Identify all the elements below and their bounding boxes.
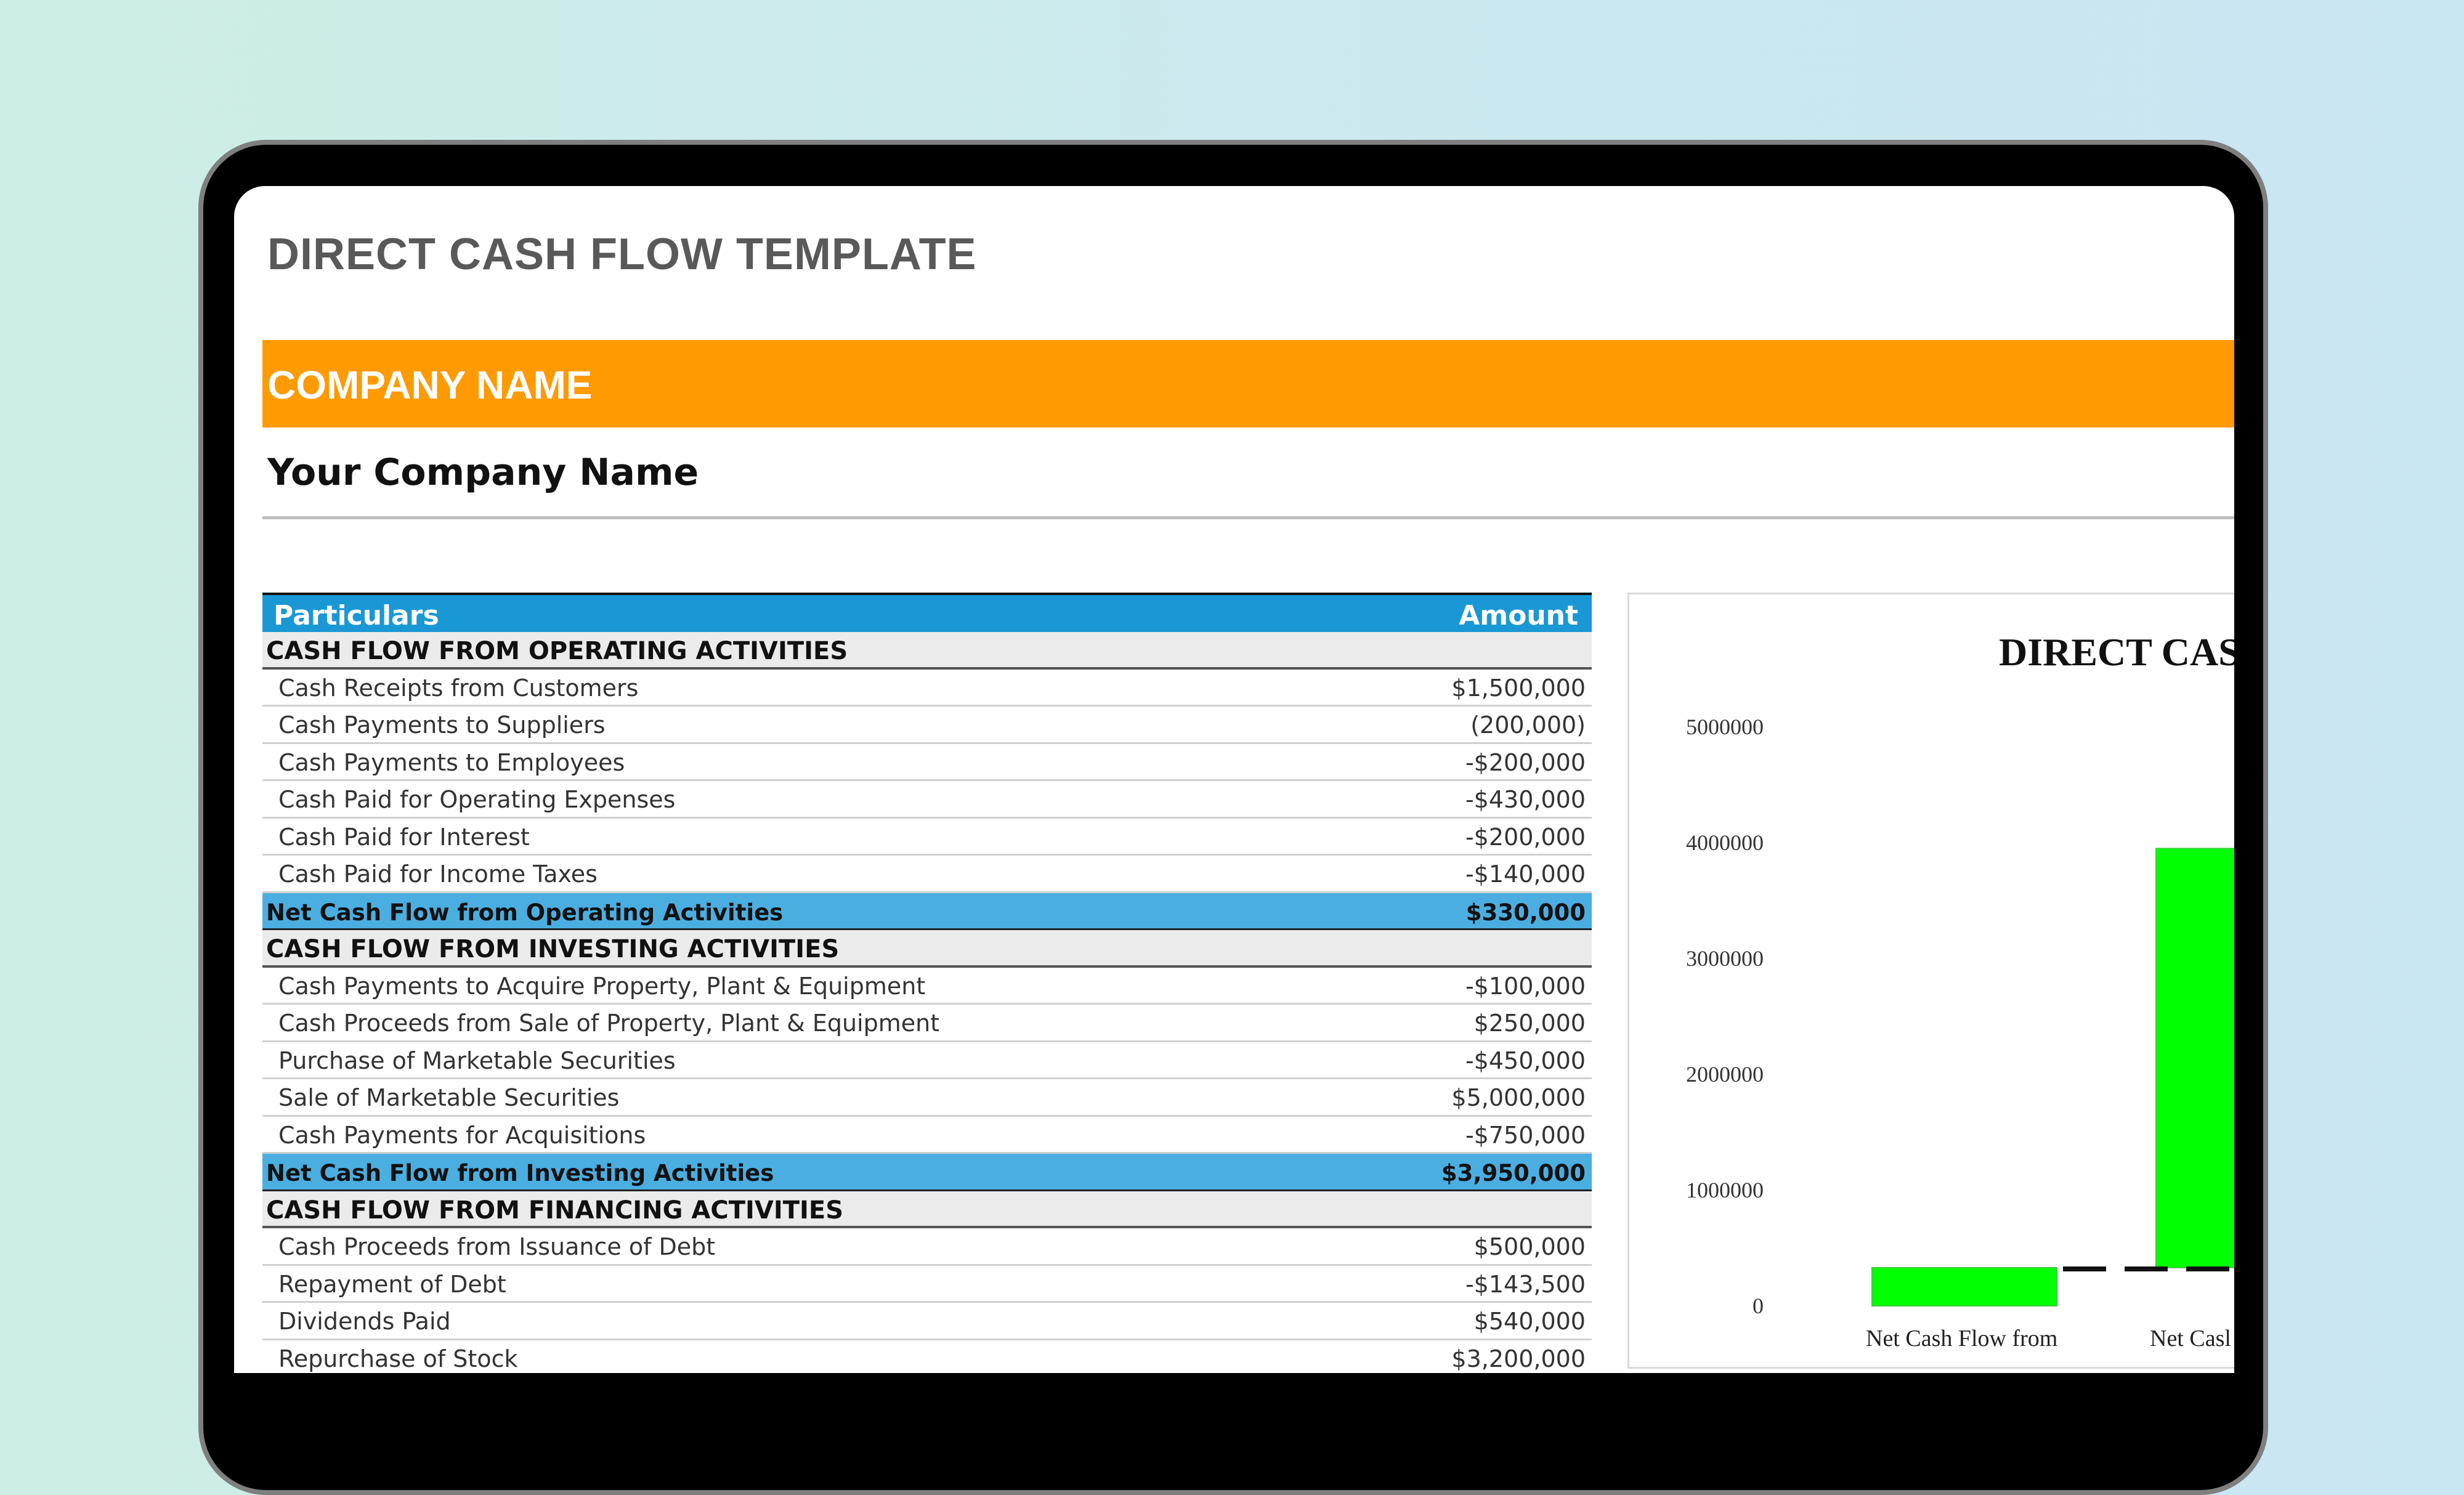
row-label: Sale of Marketable Securities — [278, 1084, 620, 1111]
particulars-header: Particulars — [274, 600, 439, 631]
row-label: Purchase of Marketable Securities — [278, 1047, 676, 1074]
company-header-label: COMPANY NAME — [267, 363, 593, 407]
company-header-bar: COMPANY NAME — [262, 340, 2234, 427]
row-amount: $1,500,000 — [1451, 674, 1586, 702]
table-row[interactable]: Cash Paid for Income Taxes -$140,000 — [262, 856, 1592, 893]
y-tick-label: 3000000 — [1686, 946, 1764, 971]
row-amount: -$750,000 — [1465, 1121, 1586, 1149]
row-label: Cash Paid for Interest — [278, 823, 530, 851]
y-tick-label: 1000000 — [1686, 1178, 1764, 1202]
row-label: Cash Payments to Acquire Property, Plant… — [278, 972, 926, 1000]
row-amount: -$200,000 — [1465, 748, 1586, 776]
row-amount: $3,950,000 — [1441, 1160, 1586, 1186]
table-row[interactable]: Cash Proceeds from Sale of Property, Pla… — [262, 1005, 1592, 1042]
table-header: Particulars Amount — [262, 593, 1592, 632]
row-label: Cash Receipts from Customers — [278, 674, 639, 702]
row-label: Cash Payments to Suppliers — [278, 711, 606, 739]
table-row[interactable]: Dividends Paid $540,000 — [262, 1303, 1592, 1340]
row-label: Repayment of Debt — [278, 1270, 506, 1298]
row-amount: -$100,000 — [1465, 972, 1586, 1000]
row-label: CASH FLOW FROM OPERATING ACTIVITIES — [266, 637, 848, 665]
row-label: Repurchase of Stock — [278, 1345, 518, 1372]
chart-bar — [1871, 1266, 2057, 1307]
row-amount: $500,000 — [1473, 1233, 1586, 1260]
y-tick-label: 0 — [1753, 1294, 1764, 1318]
x-category-label: Net Casl — [2150, 1326, 2231, 1351]
row-label: CASH FLOW FROM FINANCING ACTIVITIES — [266, 1196, 844, 1225]
row-amount: -$140,000 — [1465, 861, 1586, 888]
table-row[interactable]: Cash Receipts from Customers $1,500,000 — [262, 670, 1592, 707]
cash-flow-table: Particulars Amount CASH FLOW FROM OPERAT… — [262, 593, 1592, 1373]
section-header-row[interactable]: CASH FLOW FROM FINANCING ACTIVITIES — [262, 1191, 1592, 1228]
row-amount: $3,200,000 — [1451, 1345, 1586, 1372]
row-label: Cash Paid for Operating Expenses — [278, 786, 676, 813]
table-row[interactable]: Purchase of Marketable Securities -$450,0… — [262, 1042, 1592, 1079]
row-label: Cash Payments to Employees — [278, 748, 625, 776]
row-amount: -$143,500 — [1465, 1270, 1586, 1298]
table-row[interactable]: Cash Payments to Acquire Property, Plant… — [262, 968, 1592, 1005]
divider — [262, 516, 2234, 519]
row-label: Cash Proceeds from Sale of Property, Pla… — [278, 1010, 940, 1037]
total-row[interactable]: Net Cash Flow from Investing Activities $… — [262, 1154, 1592, 1191]
table-row[interactable]: Cash Payments to Employees -$200,000 — [262, 744, 1592, 781]
row-label: CASH FLOW FROM INVESTING ACTIVITIES — [266, 935, 840, 963]
table-row[interactable]: Cash Payments to Suppliers (200,000) — [262, 707, 1592, 744]
row-amount: $250,000 — [1473, 1010, 1586, 1037]
table-row[interactable]: Repayment of Debt -$143,500 — [262, 1266, 1592, 1303]
row-amount: $5,000,000 — [1451, 1084, 1586, 1111]
x-category-label: Net Cash Flow from — [1866, 1326, 2057, 1351]
row-label: Cash Payments for Acquisitions — [278, 1121, 646, 1149]
table-row[interactable]: Cash Payments for Acquisitions -$750,000 — [262, 1117, 1592, 1154]
row-amount: $540,000 — [1473, 1308, 1586, 1335]
y-tick-label: 4000000 — [1686, 830, 1764, 855]
chart-title: DIRECT CAS — [1999, 630, 2234, 674]
table-row[interactable]: Cash Proceeds from Issuance of Debt $500,… — [262, 1228, 1592, 1266]
total-row[interactable]: Net Cash Flow from Operating Activities $… — [262, 893, 1592, 930]
row-amount: -$200,000 — [1465, 823, 1586, 851]
row-label: Net Cash Flow from Operating Activities — [266, 899, 784, 926]
table-row[interactable]: Sale of Marketable Securities $5,000,000 — [262, 1079, 1592, 1117]
section-header-row[interactable]: CASH FLOW FROM INVESTING ACTIVITIES — [262, 930, 1592, 968]
spreadsheet-screen: DIRECT CASH FLOW TEMPLATE COMPANY NAME Y… — [234, 186, 2234, 1373]
cash-flow-chart[interactable]: DIRECT CAS 0 1000000 2000000 3000000 4000000 5… — [1627, 593, 2234, 1369]
row-label: Net Cash Flow from Investing Activities — [266, 1160, 774, 1186]
table-row[interactable]: Cash Paid for Operating Expenses -$430,00… — [262, 781, 1592, 819]
table-row[interactable]: Cash Paid for Interest -$200,000 — [262, 819, 1592, 856]
row-label: Cash Proceeds from Issuance of Debt — [278, 1233, 716, 1260]
amount-header: Amount — [1459, 600, 1578, 631]
chart-bar — [2155, 848, 2234, 1268]
y-tick-label: 5000000 — [1686, 715, 1764, 739]
row-label: Dividends Paid — [278, 1308, 451, 1335]
chart-canvas: DIRECT CAS 0 1000000 2000000 3000000 4000000 5… — [1686, 630, 2234, 1351]
company-name[interactable]: Your Company Name — [267, 451, 699, 494]
row-amount: (200,000) — [1470, 711, 1586, 739]
document-title: DIRECT CASH FLOW TEMPLATE — [267, 230, 977, 279]
row-amount: -$450,000 — [1465, 1047, 1586, 1074]
row-label: Cash Paid for Income Taxes — [278, 861, 598, 888]
section-header-row[interactable]: CASH FLOW FROM OPERATING ACTIVITIES — [262, 632, 1592, 670]
table-row[interactable]: Repurchase of Stock $3,200,000 — [262, 1340, 1592, 1374]
y-tick-label: 2000000 — [1686, 1062, 1764, 1087]
row-amount: -$430,000 — [1465, 786, 1586, 813]
row-amount: $330,000 — [1465, 899, 1586, 926]
